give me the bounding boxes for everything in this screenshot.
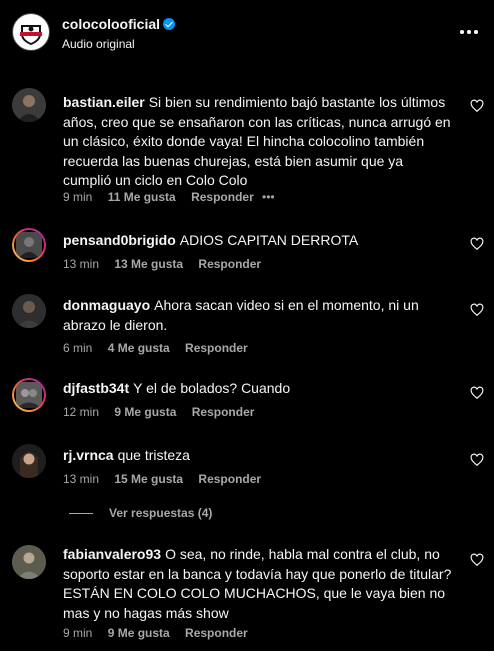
comment-meta: 13 min 13 Me gusta Responder	[63, 257, 273, 271]
account-username[interactable]: colocolooficial	[62, 16, 160, 32]
comment-likes[interactable]: 9 Me gusta	[114, 405, 176, 419]
more-options-icon[interactable]	[458, 22, 480, 42]
comment-likes[interactable]: 13 Me gusta	[114, 257, 183, 271]
heart-icon[interactable]	[470, 453, 484, 467]
audio-label[interactable]: Audio original	[62, 37, 135, 51]
reply-button[interactable]: Responder	[185, 626, 248, 640]
commenter-avatar[interactable]	[12, 228, 46, 262]
heart-icon[interactable]	[470, 386, 484, 400]
comment-text: ADIOS CAPITAN DERROTA	[179, 232, 359, 248]
reply-button[interactable]: Responder	[198, 472, 261, 486]
comment-time: 9 min	[63, 626, 93, 640]
comment-meta: 12 min 9 Me gusta Responder	[63, 405, 266, 419]
comment-username[interactable]: djfastb34t	[63, 380, 129, 396]
comment-username[interactable]: fabianvalero93	[63, 546, 161, 562]
comment-username[interactable]: donmaguayo	[63, 297, 150, 313]
comment-likes[interactable]: 11 Me gusta	[108, 190, 176, 204]
view-replies-button[interactable]: Ver respuestas (4)	[69, 506, 212, 520]
replies-divider	[69, 513, 93, 515]
comment-body: bastian.eiler Si bien su rendimiento bajó…	[63, 93, 453, 191]
commenter-avatar[interactable]	[12, 88, 46, 122]
commenter-avatar[interactable]	[12, 378, 46, 412]
comment-body: rj.vrnca que tristeza	[63, 446, 453, 466]
comment-body: donmaguayo Ahora sacan video si en el mom…	[63, 296, 453, 335]
heart-icon[interactable]	[470, 99, 484, 113]
reply-button[interactable]: Responder	[185, 341, 248, 355]
comment-username[interactable]: bastian.eiler	[63, 94, 145, 110]
comment-text: que tristeza	[117, 447, 190, 463]
commenter-avatar[interactable]	[12, 545, 46, 579]
comment-time: 6 min	[63, 341, 93, 355]
comment-meta: 13 min 15 Me gusta Responder	[63, 472, 273, 486]
comment-meta: 6 min 4 Me gusta Responder	[63, 341, 260, 355]
comment-likes[interactable]: 9 Me gusta	[108, 626, 170, 640]
commenter-avatar[interactable]	[12, 444, 46, 478]
comment-meta: 9 min 9 Me gusta Responder	[63, 626, 260, 640]
comment-time: 12 min	[63, 405, 100, 419]
reply-button[interactable]: Responder	[191, 190, 254, 204]
reply-button[interactable]: Responder	[198, 257, 261, 271]
heart-icon[interactable]	[470, 553, 484, 567]
comment-likes[interactable]: 15 Me gusta	[114, 472, 183, 486]
comment-time: 9 min	[63, 190, 93, 204]
view-replies-label[interactable]: Ver respuestas (4)	[109, 506, 212, 520]
comment-body: djfastb34t Y el de bolados? Cuando	[63, 379, 453, 399]
comment-username[interactable]: rj.vrnca	[63, 447, 114, 463]
commenter-avatar[interactable]	[12, 294, 46, 328]
comment-meta: 9 min 11 Me gusta Responder	[63, 190, 266, 204]
account-name[interactable]: colocolooficial	[62, 16, 176, 32]
comment-time: 13 min	[63, 257, 100, 271]
comment-username[interactable]: pensand0brigido	[63, 232, 176, 248]
heart-icon[interactable]	[470, 303, 484, 317]
comment-more-icon[interactable]: •••	[262, 190, 275, 204]
comment-body: pensand0brigido ADIOS CAPITAN DERROTA	[63, 231, 453, 251]
verified-badge-icon	[163, 18, 176, 30]
comment-body: fabianvalero93 O sea, no rinde, habla mal…	[63, 545, 453, 623]
reply-button[interactable]: Responder	[192, 405, 255, 419]
comment-time: 13 min	[63, 472, 100, 486]
comment-text: Y el de bolados? Cuando	[133, 380, 291, 396]
account-avatar[interactable]	[12, 13, 50, 51]
comment-likes[interactable]: 4 Me gusta	[108, 341, 170, 355]
reel-header: colocolooficial Audio original	[0, 0, 494, 70]
heart-icon[interactable]	[470, 237, 484, 251]
